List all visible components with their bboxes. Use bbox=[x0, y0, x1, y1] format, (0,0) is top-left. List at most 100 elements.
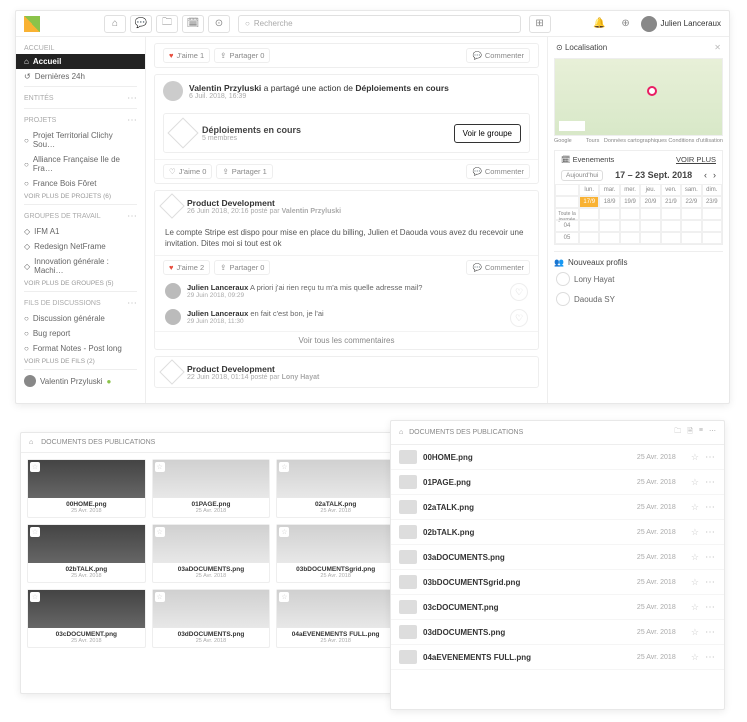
favorite-icon[interactable]: ♡ bbox=[510, 283, 528, 301]
doc-list-row[interactable]: 03cDOCUMENT.png25 Avr. 2018☆⋯ bbox=[391, 595, 724, 620]
doc-grid-item[interactable]: ☆03aDOCUMENTS.png25 Avr. 2018 bbox=[152, 524, 271, 583]
star-icon[interactable]: ☆ bbox=[691, 452, 699, 463]
star-icon[interactable]: ☆ bbox=[279, 527, 289, 537]
close-icon[interactable]: ✕ bbox=[714, 43, 721, 52]
star-icon[interactable]: ☆ bbox=[691, 627, 699, 638]
doc-list-row[interactable]: 02aTALK.png25 Avr. 2018☆⋯ bbox=[391, 495, 724, 520]
more-icon[interactable]: ⋯ bbox=[127, 93, 137, 104]
sidebar-more-threads[interactable]: VOIR PLUS DE FILS (2) bbox=[16, 356, 145, 367]
favorite-icon[interactable]: ♡ bbox=[510, 309, 528, 327]
doc-grid-item[interactable]: ☆03cDOCUMENT.png25 Avr. 2018 bbox=[27, 589, 146, 648]
doc-grid-item[interactable]: ☆01PAGE.png25 Avr. 2018 bbox=[152, 459, 271, 518]
sidebar-item-last24[interactable]: ↺ Dernières 24h bbox=[16, 69, 145, 84]
avatar[interactable] bbox=[165, 283, 181, 299]
star-icon[interactable]: ☆ bbox=[279, 462, 289, 472]
star-icon[interactable]: ☆ bbox=[279, 592, 289, 602]
more-icon[interactable]: ⋯ bbox=[127, 298, 137, 309]
sidebar-thread[interactable]: ○ Discussion générale bbox=[16, 311, 145, 326]
calendar-icon[interactable]: 🗓 bbox=[182, 15, 204, 33]
avatar[interactable] bbox=[165, 309, 181, 325]
home-icon[interactable]: ⌂ bbox=[104, 15, 126, 33]
comment-button[interactable]: 💬 Commenter bbox=[466, 48, 530, 63]
star-icon[interactable]: ☆ bbox=[691, 652, 699, 663]
more-icon[interactable]: ⋯ bbox=[705, 502, 716, 513]
more-icon[interactable]: ⋯ bbox=[127, 115, 137, 126]
doc-grid-item[interactable]: ☆03bDOCUMENTSgrid.png25 Avr. 2018 bbox=[276, 524, 395, 583]
star-icon[interactable]: ☆ bbox=[691, 577, 699, 588]
profile-item[interactable]: Daouda SY bbox=[554, 289, 723, 309]
profile-item[interactable]: Lony Hayat bbox=[554, 269, 723, 289]
voir-plus-link[interactable]: VOIR PLUS bbox=[676, 155, 716, 164]
sidebar-group[interactable]: ◇ Redesign NetFrame bbox=[16, 239, 145, 254]
sidebar-thread[interactable]: ○ Bug report bbox=[16, 326, 145, 341]
like-button[interactable]: ♥J'aime 1 bbox=[163, 48, 210, 63]
more-icon[interactable]: ⋯ bbox=[705, 552, 716, 563]
more-icon[interactable]: ⋯ bbox=[705, 652, 716, 663]
grid-icon[interactable]: ⊞ bbox=[529, 15, 551, 33]
more-icon[interactable]: ⋯ bbox=[705, 602, 716, 613]
sidebar-group[interactable]: ◇ Innovation générale : Machi… bbox=[16, 254, 145, 278]
sidebar-item-home[interactable]: ⌂ Accueil bbox=[16, 54, 145, 69]
view-group-button[interactable]: Voir le groupe bbox=[454, 124, 521, 143]
doc-grid-item[interactable]: ☆03dDOCUMENTS.png25 Avr. 2018 bbox=[152, 589, 271, 648]
doc-list-row[interactable]: 00HOME.png25 Avr. 2018☆⋯ bbox=[391, 445, 724, 470]
doc-list-row[interactable]: 03aDOCUMENTS.png25 Avr. 2018☆⋯ bbox=[391, 545, 724, 570]
sidebar-more-projects[interactable]: VOIR PLUS DE PROJETS (6) bbox=[16, 191, 145, 202]
star-icon[interactable]: ☆ bbox=[155, 592, 165, 602]
doc-list-row[interactable]: 02bTALK.png25 Avr. 2018☆⋯ bbox=[391, 520, 724, 545]
search-input[interactable]: ○ Recherche bbox=[238, 15, 521, 33]
share-button[interactable]: ⇪ Partager 0 bbox=[214, 260, 270, 275]
today-button[interactable]: Aujourd'hui bbox=[561, 170, 603, 181]
star-icon[interactable]: ☆ bbox=[691, 527, 699, 538]
star-icon[interactable]: ☆ bbox=[30, 527, 40, 537]
doc-list-row[interactable]: 01PAGE.png25 Avr. 2018☆⋯ bbox=[391, 470, 724, 495]
more-icon[interactable]: ⋯ bbox=[705, 452, 716, 463]
view-all-comments[interactable]: Voir tous les commentaires bbox=[155, 331, 538, 349]
folder-icon[interactable]: 🗀 bbox=[674, 427, 681, 438]
star-icon[interactable]: ☆ bbox=[691, 502, 699, 513]
more-icon[interactable]: ⋯ bbox=[705, 577, 716, 588]
doc-list-row[interactable]: 03bDOCUMENTSgrid.png25 Avr. 2018☆⋯ bbox=[391, 570, 724, 595]
doc-list-row[interactable]: 04aEVENEMENTS FULL.png25 Avr. 2018☆⋯ bbox=[391, 645, 724, 670]
sidebar-project[interactable]: ○ Projet Territorial Clichy Sou… bbox=[16, 128, 145, 152]
star-icon[interactable]: ☆ bbox=[691, 602, 699, 613]
chat-icon[interactable]: 💬 bbox=[130, 15, 152, 33]
more-icon[interactable]: ⋯ bbox=[705, 527, 716, 538]
more-icon[interactable]: ⋯ bbox=[127, 211, 137, 222]
like-button[interactable]: ♡ J'aime 0 bbox=[163, 164, 212, 179]
doc-grid-item[interactable]: ☆02aTALK.png25 Avr. 2018 bbox=[276, 459, 395, 518]
map[interactable] bbox=[554, 58, 723, 136]
share-button[interactable]: ⇪ Partager 1 bbox=[216, 164, 272, 179]
comment-button[interactable]: 💬 Commenter bbox=[466, 260, 530, 275]
add-icon[interactable]: ⊕ bbox=[615, 15, 637, 33]
calendar-grid[interactable]: lun.mar.mer.jeu.ven.sam.dim. 17/918/919/… bbox=[555, 184, 722, 244]
more-icon[interactable]: ⋯ bbox=[709, 427, 716, 438]
star-icon[interactable]: ☆ bbox=[691, 477, 699, 488]
like-button[interactable]: ♥J'aime 2 bbox=[163, 260, 210, 275]
next-icon[interactable]: › bbox=[713, 170, 716, 180]
prev-icon[interactable]: ‹ bbox=[704, 170, 707, 180]
sidebar-thread[interactable]: ○ Format Notes - Post long bbox=[16, 341, 145, 356]
star-icon[interactable]: ☆ bbox=[30, 592, 40, 602]
sidebar-project[interactable]: ○ France Bois Fôret bbox=[16, 176, 145, 191]
doc-grid-item[interactable]: ☆00HOME.png25 Avr. 2018 bbox=[27, 459, 146, 518]
sidebar-group[interactable]: ◇ IFM A1 bbox=[16, 224, 145, 239]
folder-icon[interactable]: 🗀 bbox=[156, 15, 178, 33]
list-view-icon[interactable]: ≡ bbox=[699, 427, 703, 438]
sidebar-user[interactable]: Valentin Przyluski ● bbox=[16, 372, 145, 390]
star-icon[interactable]: ☆ bbox=[691, 552, 699, 563]
star-icon[interactable]: ☆ bbox=[155, 527, 165, 537]
location-icon[interactable]: ⊙ bbox=[208, 15, 230, 33]
doc-grid-item[interactable]: ☆02bTALK.png25 Avr. 2018 bbox=[27, 524, 146, 583]
bell-icon[interactable]: 🔔 bbox=[589, 15, 611, 33]
star-icon[interactable]: ☆ bbox=[30, 462, 40, 472]
doc-list-row[interactable]: 03dDOCUMENTS.png25 Avr. 2018☆⋯ bbox=[391, 620, 724, 645]
star-icon[interactable]: ☆ bbox=[155, 462, 165, 472]
file-icon[interactable]: 🗎 bbox=[687, 427, 693, 438]
map-pin[interactable] bbox=[647, 86, 657, 96]
avatar[interactable] bbox=[163, 81, 183, 101]
user-menu[interactable]: Julien Lanceraux bbox=[641, 16, 721, 32]
more-icon[interactable]: ⋯ bbox=[705, 477, 716, 488]
logo[interactable] bbox=[24, 16, 40, 32]
sidebar-project[interactable]: ○ Alliance Française Ile de Fra… bbox=[16, 152, 145, 176]
